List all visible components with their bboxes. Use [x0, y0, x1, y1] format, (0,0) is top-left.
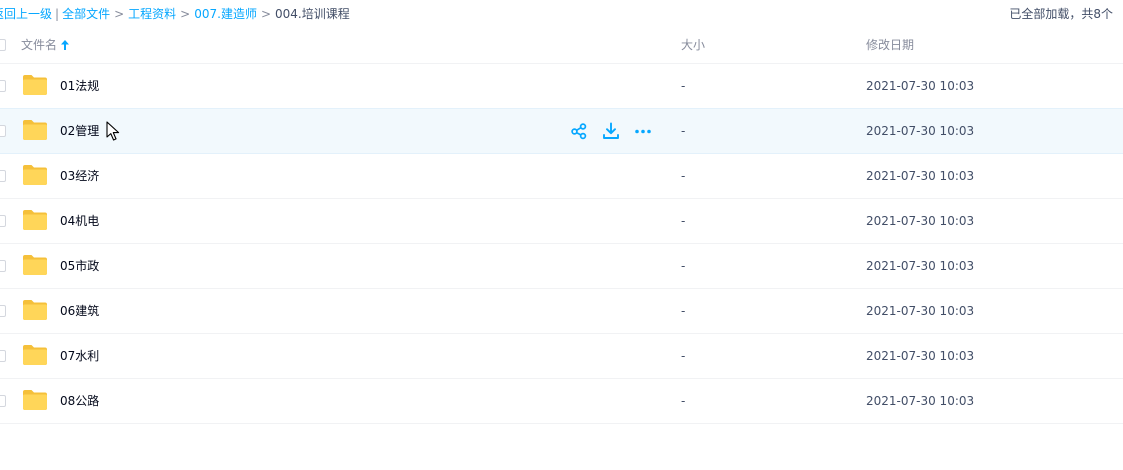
share-icon[interactable]	[570, 122, 588, 140]
breadcrumb-all-files[interactable]: 全部文件	[62, 7, 110, 21]
select-all-checkbox[interactable]	[0, 39, 6, 51]
folder-icon	[23, 75, 47, 95]
back-link[interactable]: 返回上一级	[0, 7, 52, 21]
file-name[interactable]: 01法规	[60, 78, 99, 94]
folder-icon	[23, 390, 47, 410]
column-header-modified[interactable]: 修改日期	[866, 37, 914, 53]
row-checkbox[interactable]	[0, 395, 6, 407]
file-modified: 2021-07-30 10:03	[866, 394, 975, 408]
file-browser: 返回上一级|全部文件>工程资料>007.建造师>004.培训课程 已全部加载，共…	[0, 0, 1123, 470]
folder-icon	[23, 255, 47, 275]
row-checkbox[interactable]	[0, 170, 6, 182]
file-modified: 2021-07-30 10:03	[866, 124, 975, 138]
row-checkbox[interactable]	[0, 125, 6, 137]
breadcrumb-separator: >	[180, 7, 191, 21]
file-size: -	[681, 304, 686, 318]
file-size: -	[681, 124, 686, 138]
file-modified: 2021-07-30 10:03	[866, 259, 975, 273]
load-status: 已全部加载，共8个	[1009, 7, 1113, 21]
column-header-size[interactable]: 大小	[681, 37, 705, 53]
column-header-name[interactable]: 文件名	[21, 37, 70, 54]
row-checkbox[interactable]	[0, 80, 6, 92]
file-modified: 2021-07-30 10:03	[866, 169, 975, 183]
table-row[interactable]: 01法规 - 2021-07-30 10:03	[0, 64, 1123, 109]
file-name[interactable]: 04机电	[60, 213, 99, 229]
file-size: -	[681, 214, 686, 228]
table-row[interactable]: 04机电 - 2021-07-30 10:03	[0, 199, 1123, 244]
file-name[interactable]: 02管理	[60, 123, 99, 139]
breadcrumb-level2[interactable]: 007.建造师	[194, 7, 257, 21]
file-modified: 2021-07-30 10:03	[866, 349, 975, 363]
breadcrumb-divider: |	[55, 7, 60, 21]
row-checkbox[interactable]	[0, 350, 6, 362]
breadcrumb: 返回上一级|全部文件>工程资料>007.建造师>004.培训课程	[0, 6, 350, 22]
file-name[interactable]: 05市政	[60, 258, 99, 274]
table-row[interactable]: 03经济 - 2021-07-30 10:03	[0, 154, 1123, 199]
table-row[interactable]: 02管理 - 2021-07-30 10:03	[0, 108, 1123, 154]
file-size: -	[681, 79, 686, 93]
column-header-name-label: 文件名	[21, 38, 58, 52]
table-row[interactable]: 05市政 - 2021-07-30 10:03	[0, 244, 1123, 289]
file-name[interactable]: 06建筑	[60, 303, 99, 319]
file-modified: 2021-07-30 10:03	[866, 304, 975, 318]
folder-icon	[23, 165, 47, 185]
table-row[interactable]: 06建筑 - 2021-07-30 10:03	[0, 289, 1123, 334]
mouse-cursor-icon	[106, 121, 120, 141]
file-name[interactable]: 07水利	[60, 348, 99, 364]
row-checkbox[interactable]	[0, 260, 6, 272]
folder-icon	[23, 300, 47, 320]
table-header: 文件名 大小 修改日期	[0, 28, 1123, 64]
breadcrumb-separator: >	[114, 7, 125, 21]
file-size: -	[681, 394, 686, 408]
breadcrumb-current: 004.培训课程	[275, 7, 350, 21]
folder-icon	[23, 345, 47, 365]
row-checkbox[interactable]	[0, 215, 6, 227]
table-row[interactable]: 08公路 - 2021-07-30 10:03	[0, 379, 1123, 424]
more-icon[interactable]	[634, 122, 652, 140]
file-size: -	[681, 349, 686, 363]
file-name[interactable]: 03经济	[60, 168, 99, 184]
breadcrumb-level1[interactable]: 工程资料	[128, 7, 176, 21]
arrow-up-icon[interactable]	[61, 38, 70, 54]
file-size: -	[681, 169, 686, 183]
folder-icon	[23, 120, 47, 140]
file-modified: 2021-07-30 10:03	[866, 79, 975, 93]
breadcrumb-separator: >	[260, 7, 272, 21]
file-size: -	[681, 259, 686, 273]
row-checkbox[interactable]	[0, 305, 6, 317]
download-icon[interactable]	[602, 122, 620, 140]
toolbar: 返回上一级|全部文件>工程资料>007.建造师>004.培训课程 已全部加载，共…	[0, 0, 1123, 28]
file-name[interactable]: 08公路	[60, 393, 99, 409]
table-row[interactable]: 07水利 - 2021-07-30 10:03	[0, 334, 1123, 379]
folder-icon	[23, 210, 47, 230]
file-modified: 2021-07-30 10:03	[866, 214, 975, 228]
